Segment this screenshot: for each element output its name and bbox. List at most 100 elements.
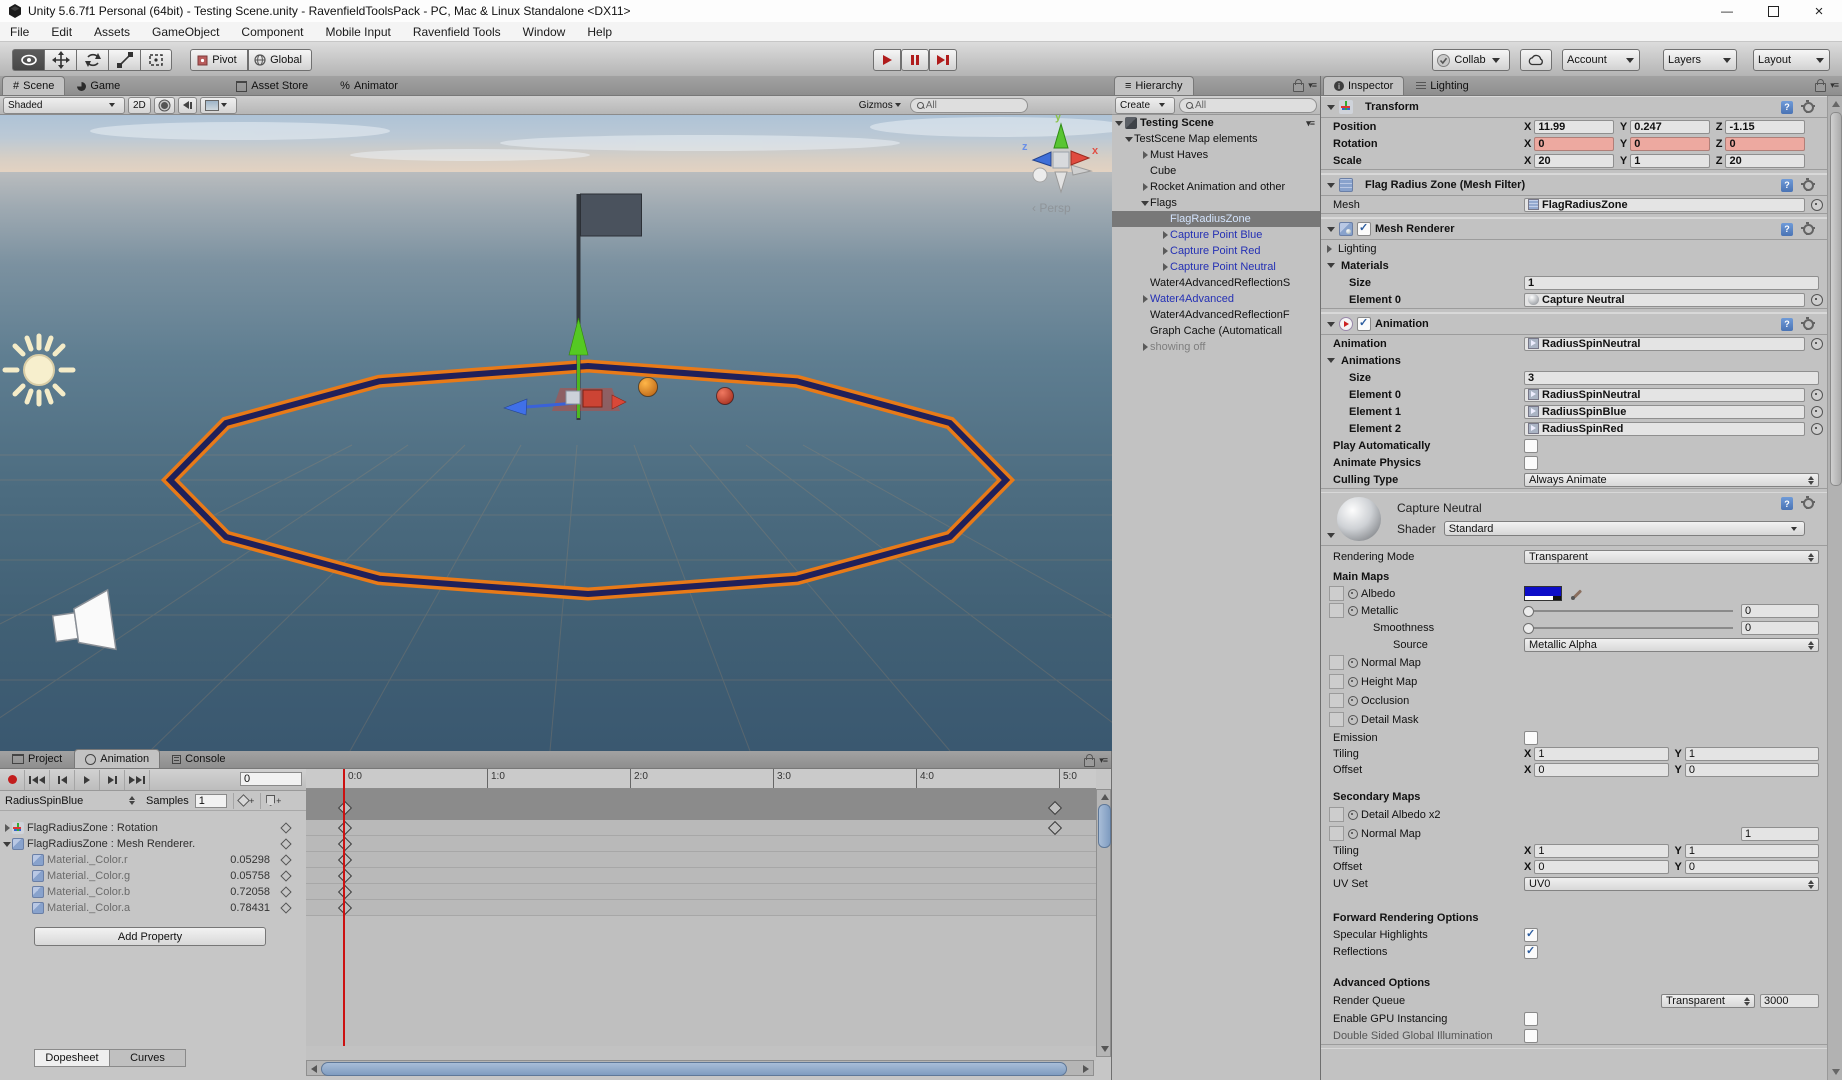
- y-field[interactable]: 1: [1630, 153, 1710, 168]
- tab-game[interactable]: Game: [67, 77, 130, 95]
- hierarchy-item[interactable]: Rocket Animation and other: [1112, 179, 1320, 195]
- layout-dropdown[interactable]: Layout: [1753, 49, 1830, 71]
- perspective-toggle[interactable]: ‹ Persp: [1032, 201, 1071, 215]
- keyframe-track-row[interactable]: [306, 868, 1096, 884]
- animated-property-row[interactable]: FlagRadiusZone : Rotation: [0, 820, 306, 836]
- gpu-instancing-checkbox[interactable]: [1524, 1011, 1538, 1026]
- transform-header[interactable]: Transform ?: [1321, 96, 1827, 118]
- tab-animator[interactable]: % Animator: [330, 77, 408, 95]
- z-field[interactable]: -1.15: [1725, 119, 1806, 134]
- texture-picker-icon[interactable]: [1348, 809, 1358, 820]
- foldout-icon[interactable]: [1327, 226, 1335, 232]
- animated-property-row[interactable]: Material._Color.a 0.78431: [0, 900, 306, 916]
- scene-viewport[interactable]: y x z ‹ Persp: [0, 115, 1112, 751]
- tiling-y-field[interactable]: 1: [1684, 747, 1819, 761]
- lock-icon[interactable]: [1084, 754, 1096, 767]
- scroll-left-icon[interactable]: [311, 1065, 317, 1073]
- axis-y-label[interactable]: y: [1055, 115, 1061, 123]
- scale-tool-button[interactable]: [108, 49, 140, 71]
- tab-hierarchy[interactable]: ≡ Hierarchy: [1114, 76, 1194, 95]
- object-picker-icon[interactable]: [1811, 388, 1823, 401]
- expander-icon[interactable]: [1140, 151, 1150, 159]
- pivot-toggle-button[interactable]: Pivot: [190, 49, 248, 71]
- cloud-button[interactable]: [1520, 49, 1552, 71]
- menu-item[interactable]: Mobile Input: [325, 25, 404, 39]
- next-key-button[interactable]: [100, 769, 125, 790]
- global-toggle-button[interactable]: Global: [248, 49, 312, 71]
- metallic-value-field[interactable]: 0: [1741, 603, 1819, 618]
- hierarchy-item[interactable]: Capture Point Blue: [1112, 227, 1320, 243]
- panel-menu-icon[interactable]: ▾≡: [1308, 80, 1317, 91]
- component-enabled-checkbox[interactable]: [1357, 221, 1371, 236]
- specular-highlights-checkbox[interactable]: [1524, 927, 1538, 942]
- shading-mode-dropdown[interactable]: Shaded: [3, 96, 125, 114]
- panel-menu-icon[interactable]: ▾≡: [1099, 755, 1108, 766]
- scroll-up-icon[interactable]: [1101, 794, 1109, 800]
- gear-icon[interactable]: [1802, 316, 1815, 331]
- materials-foldout[interactable]: Materials: [1321, 257, 1827, 274]
- texture-slot[interactable]: [1329, 693, 1344, 708]
- tab-lighting[interactable]: Lighting: [1406, 77, 1479, 95]
- y-field[interactable]: 0: [1630, 136, 1710, 151]
- offset-y-field[interactable]: 0: [1684, 763, 1819, 777]
- record-button[interactable]: [0, 769, 25, 790]
- hierarchy-item[interactable]: TestScene Map elements: [1112, 131, 1320, 147]
- mesh-object-field[interactable]: FlagRadiusZone: [1524, 197, 1805, 212]
- axis-z-label[interactable]: z: [1022, 141, 1028, 153]
- tab-animation[interactable]: Animation: [74, 749, 161, 768]
- component-enabled-checkbox[interactable]: [1357, 316, 1371, 331]
- foldout-icon[interactable]: [1327, 104, 1335, 110]
- play-automatically-checkbox[interactable]: [1524, 438, 1538, 453]
- hierarchy-item[interactable]: Water4AdvancedReflectionF: [1112, 307, 1320, 323]
- tiling-x-field[interactable]: 1: [1534, 747, 1669, 761]
- menu-item[interactable]: File: [10, 25, 43, 39]
- offset-x-field[interactable]: 0: [1534, 763, 1669, 777]
- close-button[interactable]: ×: [1796, 0, 1842, 22]
- size-field[interactable]: 3: [1524, 370, 1819, 385]
- go-to-end-button[interactable]: [125, 769, 150, 790]
- keyframe-diamond-icon[interactable]: [280, 822, 292, 834]
- smoothness-slider[interactable]: [1523, 622, 1733, 634]
- hierarchy-item[interactable]: Cube: [1112, 163, 1320, 179]
- offset-y-field[interactable]: 0: [1684, 860, 1819, 874]
- help-icon[interactable]: ?: [1781, 317, 1793, 331]
- animation-header[interactable]: Animation ?: [1321, 313, 1827, 335]
- x-field[interactable]: 11.99: [1534, 119, 1614, 134]
- normal-scale-field[interactable]: 1: [1741, 826, 1819, 841]
- help-icon[interactable]: ?: [1781, 100, 1793, 114]
- menu-item[interactable]: Assets: [94, 25, 144, 39]
- tiling-y-field[interactable]: 1: [1684, 844, 1819, 858]
- foldout-icon[interactable]: [1327, 244, 1332, 253]
- gear-icon[interactable]: [1802, 221, 1815, 236]
- timeline-horizontal-scrollbar[interactable]: [306, 1060, 1094, 1076]
- texture-picker-icon[interactable]: [1348, 605, 1358, 616]
- texture-picker-icon[interactable]: [1348, 676, 1358, 687]
- expander-icon[interactable]: [1140, 183, 1150, 191]
- rect-tool-button[interactable]: [140, 49, 172, 71]
- rotate-tool-button[interactable]: [76, 49, 108, 71]
- frame-field[interactable]: 0: [240, 772, 302, 786]
- scrollbar-thumb[interactable]: [1098, 804, 1111, 848]
- tab-inspector[interactable]: i Inspector: [1323, 76, 1405, 95]
- curves-button[interactable]: Curves: [110, 1049, 186, 1067]
- menu-item[interactable]: Component: [241, 25, 317, 39]
- lock-icon[interactable]: [1815, 79, 1827, 92]
- culling-type-dropdown[interactable]: Always Animate: [1524, 472, 1819, 487]
- axis-x-label[interactable]: x: [1092, 145, 1098, 157]
- reflections-checkbox[interactable]: [1524, 944, 1538, 959]
- gizmos-dropdown[interactable]: Gizmos: [855, 98, 910, 113]
- expander-icon[interactable]: [1160, 231, 1170, 239]
- expander-icon[interactable]: [1124, 137, 1134, 142]
- samples-field[interactable]: 1: [194, 793, 227, 808]
- texture-slot[interactable]: [1329, 674, 1344, 689]
- keyframe-track-row[interactable]: [306, 836, 1096, 852]
- hand-tool-button[interactable]: [12, 49, 44, 71]
- eyedropper-icon[interactable]: [1570, 587, 1584, 601]
- animation-object-field[interactable]: RadiusSpinNeutral: [1524, 336, 1805, 351]
- texture-slot[interactable]: [1329, 712, 1344, 727]
- hierarchy-item[interactable]: Water4Advanced: [1112, 291, 1320, 307]
- size-field[interactable]: 1: [1524, 275, 1819, 290]
- animations-foldout[interactable]: Animations: [1321, 352, 1827, 369]
- texture-slot[interactable]: [1329, 586, 1344, 601]
- texture-picker-icon[interactable]: [1348, 828, 1358, 839]
